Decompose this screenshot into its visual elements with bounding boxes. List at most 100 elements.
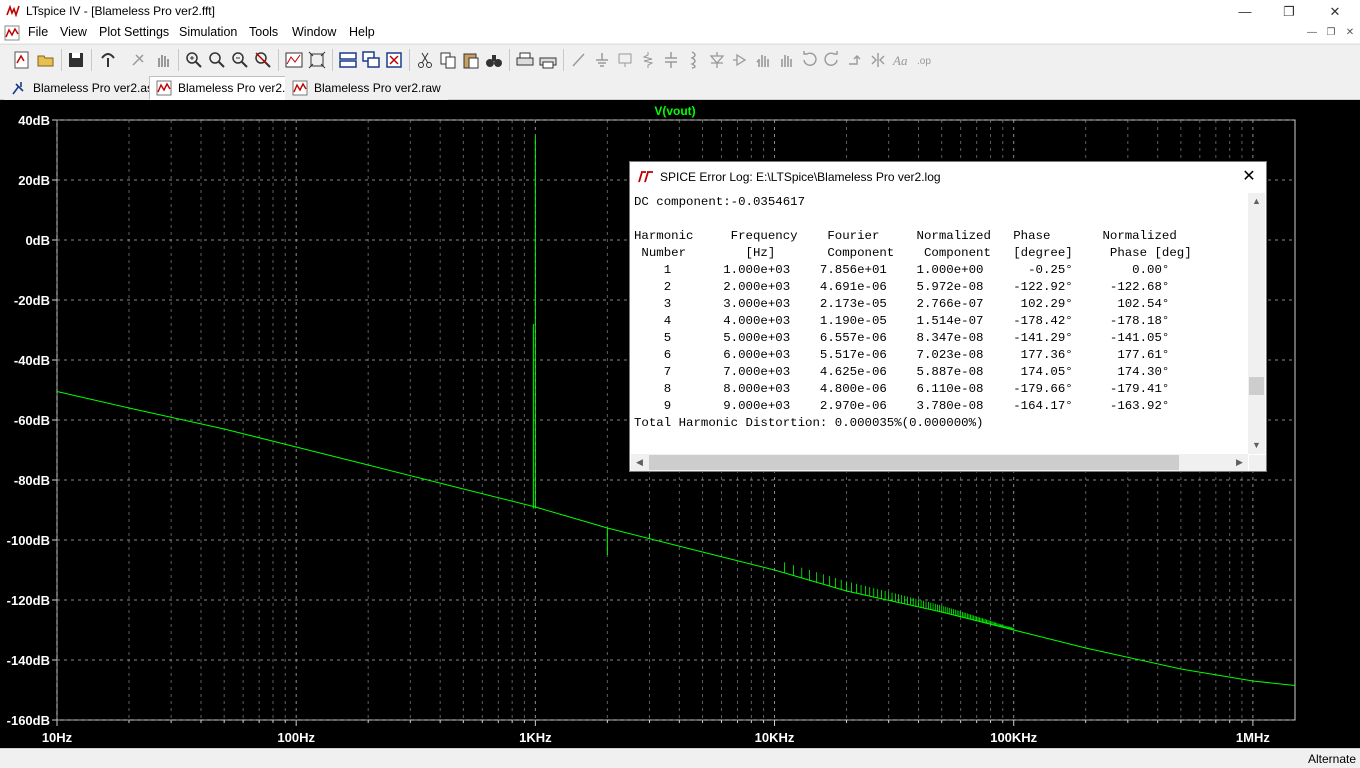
- inductor-icon[interactable]: [684, 50, 704, 70]
- maximize-button[interactable]: ❐: [1266, 0, 1312, 23]
- dialog-close-button[interactable]: ✕: [1238, 166, 1260, 188]
- menu-window[interactable]: Window: [292, 25, 336, 39]
- halt-icon[interactable]: [153, 50, 173, 70]
- log-text-area[interactable]: DC component:-0.0354617 Harmonic Frequen…: [632, 194, 1246, 454]
- log-line: Harmonic Frequency Fourier Normalized Ph…: [634, 229, 1177, 243]
- tab-schematic[interactable]: Blameless Pro ver2.asc: [4, 76, 167, 100]
- zoom-pan-icon[interactable]: [207, 50, 227, 70]
- tab-fft[interactable]: Blameless Pro ver2.fft: [149, 76, 303, 100]
- save-icon[interactable]: [66, 50, 86, 70]
- ground-icon[interactable]: [592, 50, 612, 70]
- waveform-icon: [156, 80, 172, 96]
- ltspice-logo-icon: [638, 171, 653, 183]
- minimize-button[interactable]: —: [1222, 0, 1268, 23]
- scroll-left-arrow-icon[interactable]: ◀: [631, 454, 648, 471]
- menu-bar: File View Plot Settings Simulation Tools…: [0, 23, 1360, 43]
- log-line: 2 2.000e+03 4.691e-06 5.972e-08 -122.92°…: [634, 280, 1170, 294]
- ltspice-app-icon: [6, 4, 20, 18]
- print-setup-icon[interactable]: [515, 50, 535, 70]
- log-line: 5 5.000e+03 6.557e-06 8.347e-08 -141.29°…: [634, 331, 1170, 345]
- log-line: 1 1.000e+03 7.856e+01 1.000e+00 -0.25° 0…: [634, 263, 1170, 277]
- text-icon[interactable]: Aa: [891, 50, 911, 70]
- menu-file[interactable]: File: [28, 25, 48, 39]
- svg-text:.op: .op: [917, 56, 931, 67]
- control-panel-icon[interactable]: [98, 50, 118, 70]
- x-tick-label: 100KHz: [990, 730, 1037, 745]
- move-icon[interactable]: [753, 50, 773, 70]
- mdi-close-button[interactable]: ✕: [1343, 26, 1357, 40]
- horizontal-scroll-thumb[interactable]: [649, 455, 1179, 470]
- spice-error-log-dialog: SPICE Error Log: E:\LTSpice\Blameless Pr…: [629, 161, 1267, 472]
- scroll-right-arrow-icon[interactable]: ▶: [1231, 454, 1248, 471]
- y-tick-label: -80dB: [14, 473, 50, 488]
- zoom-out-icon[interactable]: [230, 50, 250, 70]
- waveform-icon: [292, 80, 308, 96]
- horizontal-scrollbar[interactable]: ◀ ▶: [631, 454, 1248, 471]
- menu-view[interactable]: View: [60, 25, 87, 39]
- log-line: 6 6.000e+03 5.517e-06 7.023e-08 177.36° …: [634, 348, 1170, 362]
- y-tick-label: -120dB: [7, 593, 50, 608]
- cut-icon[interactable]: [415, 50, 435, 70]
- spice-directive-icon[interactable]: .op: [914, 50, 934, 70]
- y-tick-label: 20dB: [18, 173, 50, 188]
- title-bar: LTspice IV - [Blameless Pro ver2.fft] — …: [0, 0, 1360, 23]
- diode-icon[interactable]: [707, 50, 727, 70]
- scroll-down-arrow-icon[interactable]: ▼: [1248, 437, 1265, 454]
- tab-label: Blameless Pro ver2.raw: [314, 81, 441, 95]
- open-icon[interactable]: [36, 50, 56, 70]
- zoom-full-icon[interactable]: [307, 50, 327, 70]
- autorange-icon[interactable]: [284, 50, 304, 70]
- find-icon[interactable]: [484, 50, 504, 70]
- tab-raw[interactable]: Blameless Pro ver2.raw: [285, 76, 448, 100]
- redo-icon[interactable]: [822, 50, 842, 70]
- cascade-icon[interactable]: [361, 50, 381, 70]
- document-waveform-icon[interactable]: [4, 25, 20, 41]
- vertical-scroll-thumb[interactable]: [1249, 377, 1264, 395]
- log-line: 9 9.000e+03 2.970e-06 3.780e-08 -164.17°…: [634, 399, 1170, 413]
- new-schematic-icon[interactable]: [12, 50, 32, 70]
- resistor-icon[interactable]: [638, 50, 658, 70]
- mirror-icon[interactable]: [868, 50, 888, 70]
- run-icon[interactable]: [128, 50, 148, 70]
- close-all-icon[interactable]: [384, 50, 404, 70]
- log-line: DC component:-0.0354617: [634, 195, 806, 209]
- scroll-up-arrow-icon[interactable]: ▲: [1248, 193, 1265, 210]
- close-button[interactable]: ✕: [1312, 0, 1358, 23]
- zoom-cancel-icon[interactable]: [253, 50, 273, 70]
- menu-plot-settings[interactable]: Plot Settings: [99, 25, 169, 39]
- undo-icon[interactable]: [799, 50, 819, 70]
- chart-title[interactable]: V(vout): [654, 104, 695, 118]
- label-icon[interactable]: [615, 50, 635, 70]
- y-tick-label: -60dB: [14, 413, 50, 428]
- log-line: 7 7.000e+03 4.625e-06 5.887e-08 174.05° …: [634, 365, 1170, 379]
- status-text: Alternate: [1307, 752, 1356, 766]
- y-tick-label: 0dB: [25, 233, 50, 248]
- log-line: 4 4.000e+03 1.190e-05 1.514e-07 -178.42°…: [634, 314, 1170, 328]
- mdi-minimize-button[interactable]: —: [1305, 26, 1319, 40]
- component-icon[interactable]: [730, 50, 750, 70]
- mdi-restore-button[interactable]: ❐: [1324, 26, 1338, 40]
- menu-help[interactable]: Help: [349, 25, 375, 39]
- resize-grip-icon[interactable]: [1249, 455, 1266, 471]
- y-tick-label: -40dB: [14, 353, 50, 368]
- x-tick-label: 10Hz: [42, 730, 73, 745]
- capacitor-icon[interactable]: [661, 50, 681, 70]
- drag-icon[interactable]: [776, 50, 796, 70]
- log-line: 3 3.000e+03 2.173e-05 2.766e-07 102.29° …: [634, 297, 1170, 311]
- paste-icon[interactable]: [461, 50, 481, 70]
- dialog-title-bar[interactable]: SPICE Error Log: E:\LTSpice\Blameless Pr…: [630, 162, 1266, 192]
- y-tick-label: -140dB: [7, 653, 50, 668]
- tab-bar: Blameless Pro ver2.asc Blameless Pro ver…: [0, 74, 1360, 100]
- vertical-scrollbar[interactable]: ▲ ▼: [1248, 193, 1265, 454]
- wire-icon[interactable]: [569, 50, 589, 70]
- menu-tools[interactable]: Tools: [249, 25, 278, 39]
- copy-icon[interactable]: [438, 50, 458, 70]
- print-icon[interactable]: [538, 50, 558, 70]
- y-tick-label: -160dB: [7, 713, 50, 728]
- menu-simulation[interactable]: Simulation: [179, 25, 237, 39]
- rotate-icon[interactable]: [845, 50, 865, 70]
- tile-horizontal-icon[interactable]: [338, 50, 358, 70]
- tab-label: Blameless Pro ver2.asc: [33, 81, 160, 95]
- zoom-in-icon[interactable]: [184, 50, 204, 70]
